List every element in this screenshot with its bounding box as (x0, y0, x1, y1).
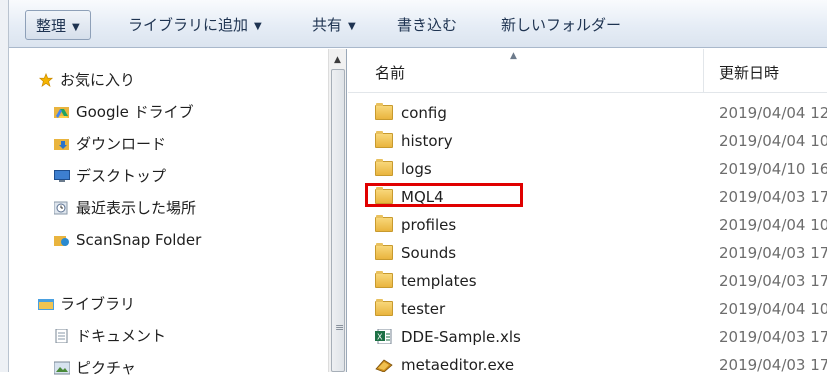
nav-item-favorites[interactable]: お気に入り (38, 68, 135, 92)
nav-item-library[interactable]: ライブラリ (38, 292, 135, 316)
red-highlight-box (365, 183, 523, 207)
dropdown-arrow-icon: ▼ (348, 21, 356, 32)
burn-button[interactable]: 書き込む (397, 13, 457, 37)
column-divider[interactable] (703, 49, 704, 93)
share-button[interactable]: 共有 ▼ (312, 13, 356, 37)
add-to-library-label: ライブラリに追加 (128, 16, 249, 34)
file-date: 2019/04/04 10 (719, 132, 827, 150)
navigation-scrollbar[interactable]: ▲ ≡ (328, 49, 347, 372)
file-date: 2019/04/04 10 (719, 300, 827, 318)
folder-icon (375, 215, 393, 232)
file-name: history (401, 132, 453, 150)
google-drive-icon (54, 107, 69, 118)
file-row-profiles[interactable]: profiles 2019/04/04 10 (348, 213, 827, 237)
file-name: tester (401, 300, 446, 318)
burn-label: 書き込む (397, 16, 458, 34)
folder-icon (375, 131, 393, 148)
download-folder-icon (54, 139, 69, 150)
folder-icon (375, 243, 393, 260)
nav-item-label: お気に入り (60, 71, 136, 89)
file-date: 2019/04/03 17 (719, 356, 827, 374)
file-date: 2019/04/10 16 (719, 160, 827, 178)
nav-item-label: 最近表示した場所 (76, 199, 197, 217)
file-date: 2019/04/04 10 (719, 216, 827, 234)
nav-item-pictures[interactable]: ピクチャ (54, 356, 136, 380)
file-date: 2019/04/03 17 (719, 328, 827, 346)
nav-item-recent-places[interactable]: 最近表示した場所 (54, 196, 196, 220)
file-name: profiles (401, 216, 457, 234)
folder-icon (375, 103, 393, 120)
file-date: 2019/04/04 12 (719, 104, 827, 122)
file-list: 名前 ▲ 更新日時 config 2019/04/04 12 history 2… (348, 49, 827, 374)
file-date: 2019/04/03 17 (719, 244, 827, 262)
dropdown-arrow-icon: ▼ (72, 22, 80, 33)
folder-icon (375, 271, 393, 288)
file-name: templates (401, 272, 477, 290)
dropdown-arrow-icon: ▼ (254, 21, 262, 32)
nav-item-documents[interactable]: ドキュメント (54, 324, 166, 348)
file-name: config (401, 104, 447, 122)
column-date-header[interactable]: 更新日時 (719, 62, 779, 83)
new-folder-label: 新しいフォルダー (501, 16, 622, 34)
folder-icon (375, 159, 393, 176)
nav-item-scansnap-folder[interactable]: ScanSnap Folder (54, 228, 201, 252)
excel-file-icon: X (375, 329, 392, 344)
nav-item-label: ピクチャ (76, 359, 136, 377)
documents-icon (55, 329, 68, 343)
nav-item-desktop[interactable]: デスクトップ (54, 164, 166, 188)
nav-item-label: ScanSnap Folder (76, 231, 202, 249)
nav-item-label: ドキュメント (76, 327, 167, 345)
file-row-metaeditor[interactable]: metaeditor.exe 2019/04/03 17 (348, 353, 827, 377)
nav-item-google-drive[interactable]: Google ドライブ (54, 100, 194, 124)
grip-icon: ≡ (335, 321, 345, 334)
file-row-history[interactable]: history 2019/04/04 10 (348, 129, 827, 153)
file-name: metaeditor.exe (401, 356, 515, 374)
nav-item-label: ライブラリ (60, 295, 136, 313)
file-row-logs[interactable]: logs 2019/04/10 16 (348, 157, 827, 181)
folder-icon (375, 299, 393, 316)
nav-item-label: デスクトップ (76, 167, 167, 185)
command-bar: 整理 ▼ ライブラリに追加 ▼ 共有 ▼ 書き込む 新しいフォルダー (9, 0, 827, 48)
navigation-pane: お気に入り Google ドライブ ダウンロード デスクトップ 最近表示した場所… (10, 49, 328, 377)
desktop-icon (54, 170, 70, 182)
nav-item-downloads[interactable]: ダウンロード (54, 132, 166, 156)
scroll-up-arrow-icon[interactable]: ▲ (331, 53, 344, 67)
svg-text:X: X (377, 333, 383, 342)
file-name: Sounds (401, 244, 457, 262)
file-row-sounds[interactable]: Sounds 2019/04/03 17 (348, 241, 827, 265)
column-name-header[interactable]: 名前 (375, 62, 405, 83)
pictures-icon (54, 361, 70, 375)
nav-item-label: Google ドライブ (76, 103, 194, 121)
organize-button[interactable]: 整理 ▼ (25, 10, 91, 40)
library-icon (38, 299, 54, 310)
scansnap-folder-icon (54, 236, 69, 246)
file-row-config[interactable]: config 2019/04/04 12 (348, 101, 827, 125)
scrollbar-thumb[interactable]: ≡ (331, 69, 345, 372)
window-frame-left (0, 0, 9, 372)
nav-item-label: ダウンロード (76, 135, 167, 153)
exe-file-icon (375, 359, 393, 372)
file-name: DDE-Sample.xls (401, 328, 521, 346)
file-row-dde-sample[interactable]: X DDE-Sample.xls 2019/04/03 17 (348, 325, 827, 349)
add-to-library-button[interactable]: ライブラリに追加 ▼ (128, 13, 262, 37)
file-date: 2019/04/03 17 (719, 272, 827, 290)
file-row-templates[interactable]: templates 2019/04/03 17 (348, 269, 827, 293)
recent-places-icon (54, 201, 68, 215)
file-name: logs (401, 160, 432, 178)
file-date: 2019/04/03 17 (719, 188, 827, 206)
sort-ascending-icon: ▲ (510, 51, 517, 61)
organize-label: 整理 (36, 17, 67, 35)
new-folder-button[interactable]: 新しいフォルダー (501, 13, 621, 37)
file-row-tester[interactable]: tester 2019/04/04 10 (348, 297, 827, 321)
share-label: 共有 (312, 16, 343, 34)
star-icon (38, 73, 54, 87)
column-header: 名前 ▲ 更新日時 (348, 49, 827, 93)
